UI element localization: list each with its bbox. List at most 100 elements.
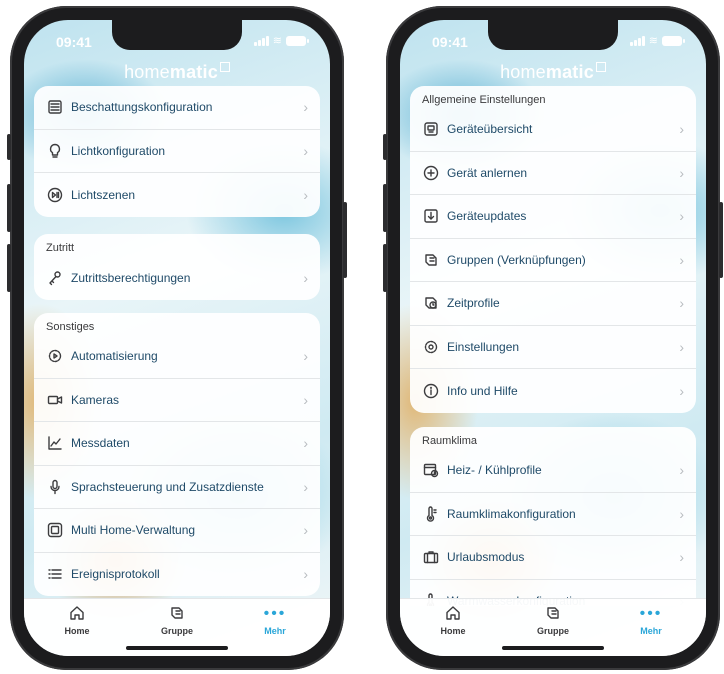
tab-label: Gruppe (160, 626, 193, 636)
tab-label: Mehr (640, 626, 662, 636)
chevron-right-icon: › (679, 251, 684, 268)
tab-gruppe[interactable]: Gruppe (518, 605, 588, 636)
tab-mehr[interactable]: ••• Mehr (616, 605, 686, 636)
section-header: Sonstiges (46, 321, 95, 333)
menu-item-gruppen[interactable]: Gruppen (Verknüpfungen) › (410, 239, 696, 282)
section-header: Zutritt (46, 242, 75, 254)
chevron-right-icon: › (679, 295, 684, 312)
chevron-right-icon: › (679, 549, 684, 566)
menu-item-heiz-kuehlprofile[interactable]: Heiz- / Kühlprofile › (410, 449, 696, 493)
camera-icon (46, 391, 64, 409)
menu-item-lichtszenen[interactable]: Lichtszenen › (34, 173, 320, 217)
tab-home[interactable]: Home (42, 605, 112, 636)
square-icon (46, 521, 64, 539)
menu-item-label: Heiz- / Kühlprofile (447, 463, 542, 478)
volume-down-button (7, 244, 11, 292)
chevron-right-icon: › (679, 382, 684, 399)
menu-item-label: Automatisierung (71, 349, 158, 364)
chevron-right-icon: › (303, 522, 308, 539)
status-time: 09:41 (56, 34, 92, 50)
card-zutritt: Zutritt Zutrittsberechtigungen › (34, 234, 320, 300)
section-header: Raumklima (422, 435, 478, 447)
menu-item-geraeteuebersicht[interactable]: Geräteübersicht › (410, 108, 696, 152)
menu-item-kameras[interactable]: Kameras › (34, 379, 320, 422)
chevron-right-icon: › (303, 391, 308, 408)
menu-item-label: Urlaubsmodus (447, 550, 525, 565)
mute-switch (7, 134, 11, 160)
menu-item-label: Einstellungen (447, 339, 520, 354)
chevron-right-icon: › (303, 348, 308, 365)
status-time: 09:41 (432, 34, 468, 50)
signal-icon (253, 36, 269, 46)
house-icon (42, 605, 112, 623)
menu-item-label: Gruppen (Verknüpfungen) (447, 252, 586, 267)
list-icon (46, 565, 64, 583)
chart-icon (46, 434, 64, 452)
chevron-right-icon: › (303, 99, 308, 116)
chevron-right-icon: › (303, 269, 308, 286)
menu-item-label: Zutrittsberechtigungen (71, 270, 191, 285)
gear-icon (422, 338, 440, 356)
menu-item-label: Geräteübersicht (447, 122, 533, 137)
menu-item-raumklimakonfiguration[interactable]: Raumklimakonfiguration › (410, 493, 696, 536)
card-allgemeine-einstellungen: Allgemeine Einstellungen Geräteübersicht… (410, 86, 696, 413)
menu-item-label: Zeitprofile (447, 296, 500, 311)
menu-list[interactable]: Beschattungskonfiguration › Lichtkonfigu… (24, 86, 330, 606)
tab-label: Gruppe (536, 626, 569, 636)
menu-item-label: Gerät anlernen (447, 165, 528, 180)
lightbulb-icon (46, 142, 64, 160)
menu-item-urlaubsmodus[interactable]: Urlaubsmodus › (410, 536, 696, 580)
menu-item-label: Info und Hilfe (447, 383, 518, 398)
menu-item-einstellungen[interactable]: Einstellungen › (410, 326, 696, 369)
chevron-right-icon: › (303, 186, 308, 203)
home-indicator (126, 646, 228, 650)
group-icon (518, 605, 588, 623)
wifi-icon: ≋ (272, 35, 282, 47)
card-raumklima: Raumklima Heiz- / Kühlprofile › Raumklim… (410, 427, 696, 606)
menu-item-geraet-anlernen[interactable]: Gerät anlernen › (410, 152, 696, 195)
menu-item-automatisierung[interactable]: Automatisierung › (34, 335, 320, 379)
tab-mehr[interactable]: ••• Mehr (240, 605, 310, 636)
plus-circle-icon (422, 164, 440, 182)
menu-item-messdaten[interactable]: Messdaten › (34, 422, 320, 466)
chevron-right-icon: › (303, 478, 308, 495)
tab-home[interactable]: Home (418, 605, 488, 636)
chevron-right-icon: › (679, 462, 684, 479)
group-link-icon (422, 251, 440, 269)
tab-gruppe[interactable]: Gruppe (142, 605, 212, 636)
menu-item-label: Beschattungskonfiguration (71, 100, 213, 115)
menu-item-label: Ereignisprotokoll (71, 567, 160, 582)
more-dots-icon: ••• (263, 605, 287, 622)
signal-icon (629, 36, 645, 46)
volume-up-button (7, 184, 11, 232)
chevron-right-icon: › (303, 435, 308, 452)
tab-label: Home (64, 626, 90, 636)
chevron-right-icon: › (679, 208, 684, 225)
menu-item-zutrittsberechtigungen[interactable]: Zutrittsberechtigungen › (34, 256, 320, 300)
wifi-icon: ≋ (648, 35, 658, 47)
notch (112, 20, 242, 50)
menu-item-lichtkonfiguration[interactable]: Lichtkonfiguration › (34, 130, 320, 173)
menu-item-beschattungskonfiguration[interactable]: Beschattungskonfiguration › (34, 86, 320, 130)
screen: 09:41 ≋ homematic Allgemeine Einstellung… (400, 20, 706, 656)
menu-item-geraeteupdates[interactable]: Geräteupdates › (410, 195, 696, 239)
homematic-logo: homematic (400, 62, 706, 83)
menu-item-multi-home[interactable]: Multi Home-Verwaltung › (34, 509, 320, 553)
menu-item-info-und-hilfe[interactable]: Info und Hilfe › (410, 369, 696, 413)
menu-list[interactable]: Allgemeine Einstellungen Geräteübersicht… (400, 86, 706, 606)
mute-switch (383, 134, 387, 160)
menu-item-label: Geräteupdates (447, 209, 527, 224)
group-icon (142, 605, 212, 623)
battery-icon (286, 36, 309, 46)
menu-item-label: Lichtszenen (71, 187, 136, 202)
menu-item-zeitprofile[interactable]: Zeitprofile › (410, 282, 696, 326)
menu-item-label: Raumklimakonfiguration (447, 506, 576, 521)
menu-item-ereignisprotokoll[interactable]: Ereignisprotokoll › (34, 553, 320, 597)
battery-icon (662, 36, 685, 46)
screen: 09:41 ≋ homematic Beschattungskonfigurat… (24, 20, 330, 656)
card-sonstiges: Sonstiges Automatisierung › Kameras › Me… (34, 313, 320, 596)
homematic-logo: homematic (24, 62, 330, 83)
menu-item-sprachsteuerung[interactable]: Sprachsteuerung und Zusatzdienste › (34, 466, 320, 509)
menu-item-label: Kameras (71, 392, 120, 407)
tab-label: Home (440, 626, 466, 636)
